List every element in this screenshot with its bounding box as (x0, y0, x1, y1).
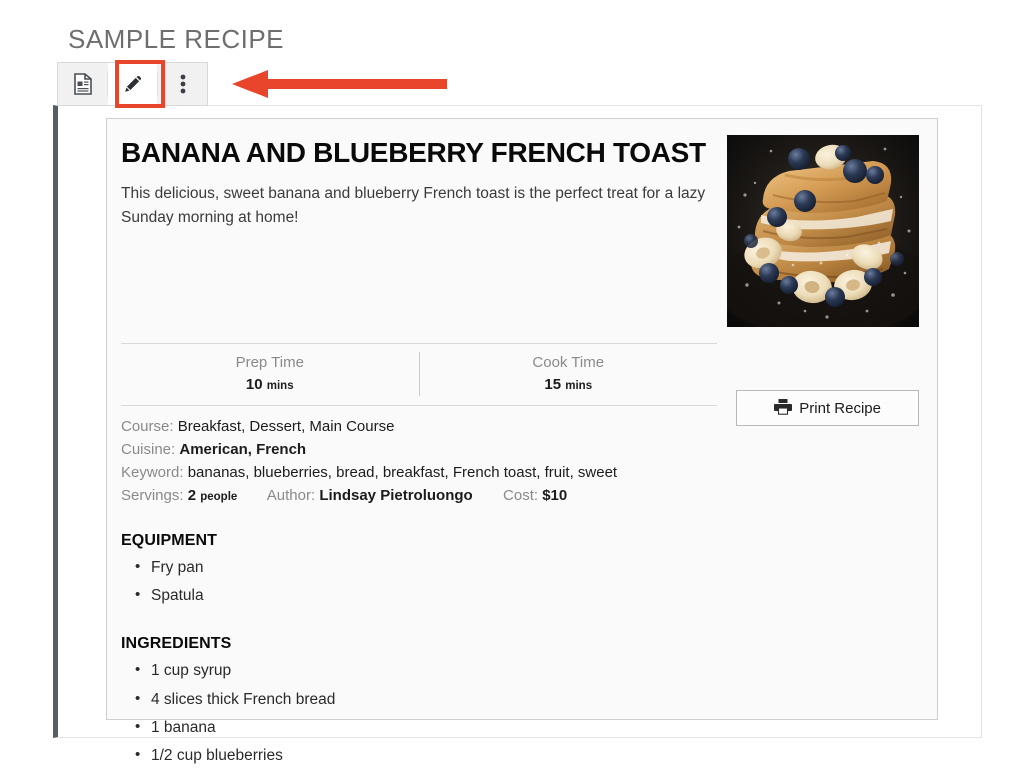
meta-course-label: Course: (121, 418, 174, 436)
more-options-icon (180, 72, 186, 96)
cook-time: Cook Time 15 mins (420, 352, 718, 396)
meta-keyword-value: bananas, blueberries, bread, breakfast, … (187, 464, 618, 482)
recipe-header: BANANA AND BLUEBERRY FRENCH TOAST This d… (121, 135, 919, 327)
meta-cost-label: Cost: (503, 487, 539, 505)
print-recipe-label: Print Recipe (799, 399, 881, 417)
recipe-meta-row: Course: Breakfast, Dessert, Main Course … (121, 390, 919, 508)
edit-button[interactable] (108, 63, 157, 105)
recipe-photo (727, 135, 919, 327)
prep-time-label: Prep Time (235, 354, 304, 371)
meta-servings-author-cost: Servings: 2 people Author: Lindsay Pietr… (121, 485, 736, 508)
equipment-section: EQUIPMENT Fry pan Spatula (121, 532, 919, 610)
document-icon (73, 73, 93, 95)
equipment-list: Fry pan Spatula (121, 553, 919, 610)
recipe-title: BANANA AND BLUEBERRY FRENCH TOAST (121, 137, 706, 168)
equipment-item: Spatula (135, 581, 919, 610)
document-button[interactable] (58, 63, 107, 105)
meta-author-label: Author: (266, 487, 316, 505)
cook-time-label: Cook Time (532, 354, 605, 371)
meta-cuisine: Cuisine: American, French (121, 439, 736, 462)
ingredients-title: INGREDIENTS (121, 635, 232, 653)
printer-icon (774, 398, 793, 419)
meta-course-value: Breakfast, Dessert, Main Course (177, 418, 395, 436)
meta-servings-unit: people (200, 491, 238, 504)
meta-author-value: Lindsay Pietroluongo (319, 487, 473, 505)
meta-cost-value: $10 (542, 487, 568, 505)
meta-course: Course: Breakfast, Dessert, Main Course (121, 416, 736, 439)
edit-icon (121, 72, 145, 96)
ingredient-item: 1 cup syrup (135, 656, 919, 685)
equipment-title: EQUIPMENT (121, 532, 218, 549)
block-toolbar (57, 62, 208, 106)
print-recipe-button[interactable]: Print Recipe (736, 390, 919, 427)
meta-keyword: Keyword: bananas, blueberries, bread, br… (121, 462, 736, 485)
equipment-item: Fry pan (135, 553, 919, 582)
ingredients-section: INGREDIENTS 1 cup syrup 4 slices thick F… (121, 635, 919, 770)
prep-time: Prep Time 10 mins (121, 352, 420, 397)
annotation-arrow-icon (232, 68, 447, 100)
ingredient-item: 1/2 cup blueberries (135, 741, 919, 770)
meta-servings-label: Servings: (121, 487, 184, 505)
page-title: SAMPLE RECIPE (68, 24, 285, 54)
meta-cuisine-value: American, French (179, 441, 307, 459)
ingredient-item: 4 slices thick French bread (135, 685, 919, 714)
prep-time-value: 10 mins (245, 375, 294, 393)
meta-keyword-label: Keyword: (121, 464, 184, 482)
more-options-button[interactable] (158, 63, 207, 105)
cook-time-value: 15 mins (544, 375, 593, 393)
ingredient-item: 1 banana (135, 713, 919, 742)
meta-servings-value: 2 (187, 487, 197, 505)
recipe-card: BANANA AND BLUEBERRY FRENCH TOAST This d… (106, 118, 938, 769)
recipe-summary: This delicious, sweet banana and blueber… (121, 184, 706, 226)
recipe-times: Prep Time 10 mins Cook Time 15 mins (121, 343, 718, 407)
meta-cuisine-label: Cuisine: (121, 441, 176, 459)
ingredients-list: 1 cup syrup 4 slices thick French bread … (121, 656, 919, 770)
recipe-meta: Course: Breakfast, Dessert, Main Course … (121, 416, 736, 508)
